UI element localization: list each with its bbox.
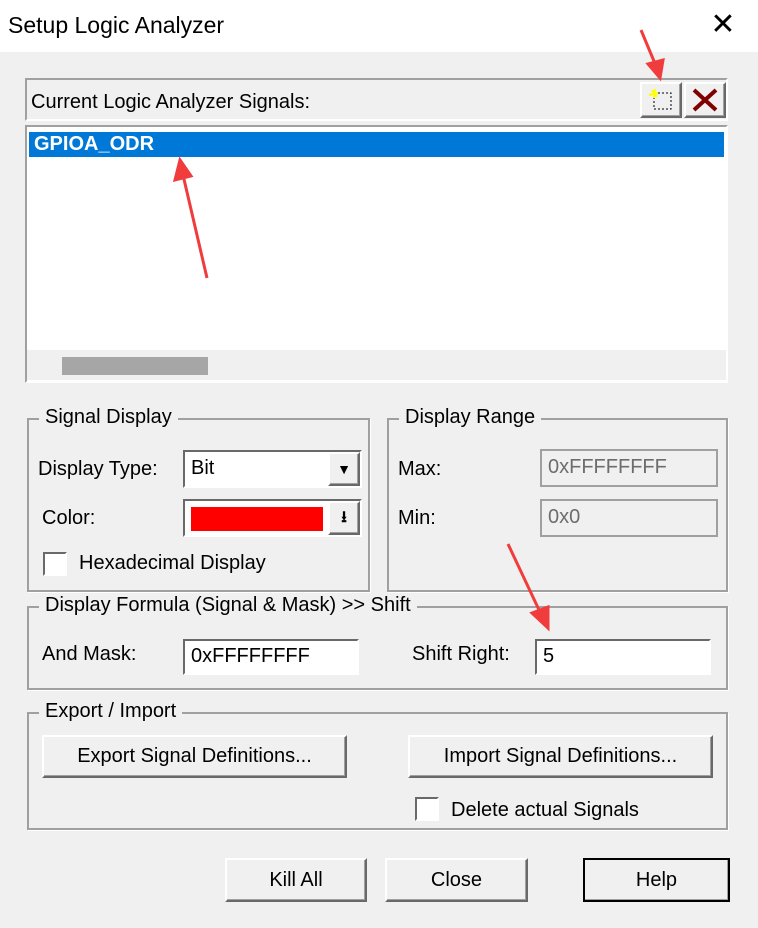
color-picker[interactable]: ⭳	[183, 499, 362, 537]
kill-all-button[interactable]: Kill All	[225, 858, 367, 902]
delete-actual-signals-checkbox[interactable]	[415, 797, 439, 821]
close-window-button[interactable]: ✕	[706, 8, 740, 42]
shift-right-label: Shift Right:	[412, 643, 510, 665]
signals-list[interactable]: GPIOA_ODR	[25, 125, 728, 383]
arrow-head-icon	[645, 57, 665, 82]
hexadecimal-checkbox[interactable]	[43, 552, 67, 576]
delete-signal-icon	[692, 88, 718, 112]
import-signal-definitions-button[interactable]: Import Signal Definitions...	[408, 735, 713, 778]
display-range-title: Display Range	[399, 406, 542, 429]
display-type-select[interactable]: Bit ▼	[183, 450, 362, 488]
min-label: Min:	[398, 507, 436, 529]
display-type-value: Bit	[191, 457, 215, 479]
and-mask-label: And Mask:	[42, 643, 137, 665]
signal-display-title: Signal Display	[39, 406, 178, 429]
delete-signal-button[interactable]	[684, 82, 726, 118]
max-input[interactable]: 0xFFFFFFFF	[540, 449, 718, 487]
chevron-down-icon[interactable]: ▼	[328, 452, 360, 486]
display-type-label: Display Type:	[38, 458, 158, 480]
max-label: Max:	[398, 458, 442, 480]
window-title: Setup Logic Analyzer	[8, 12, 225, 38]
signals-label: Current Logic Analyzer Signals:	[31, 91, 311, 113]
scrollbar-thumb[interactable]	[62, 357, 208, 375]
arrow-down-icon[interactable]: ⭳	[328, 501, 360, 535]
horizontal-scrollbar[interactable]	[27, 350, 726, 380]
help-button[interactable]: Help	[583, 858, 730, 902]
export-import-title: Export / Import	[39, 700, 183, 723]
min-input[interactable]: 0x0	[540, 499, 718, 537]
close-button[interactable]: Close	[385, 858, 528, 902]
new-signal-icon	[648, 88, 672, 110]
delete-actual-signals-label: Delete actual Signals	[451, 799, 639, 821]
new-signal-button[interactable]	[640, 82, 682, 118]
color-label: Color:	[42, 507, 96, 529]
list-item[interactable]: GPIOA_ODR	[29, 132, 724, 157]
shift-right-input[interactable]: 5	[535, 639, 711, 675]
and-mask-input[interactable]: 0xFFFFFFFF	[183, 639, 359, 675]
color-swatch	[191, 507, 323, 531]
hexadecimal-label: Hexadecimal Display	[79, 552, 266, 574]
formula-title: Display Formula (Signal & Mask) >> Shift	[39, 594, 417, 617]
export-signal-definitions-button[interactable]: Export Signal Definitions...	[42, 735, 347, 778]
